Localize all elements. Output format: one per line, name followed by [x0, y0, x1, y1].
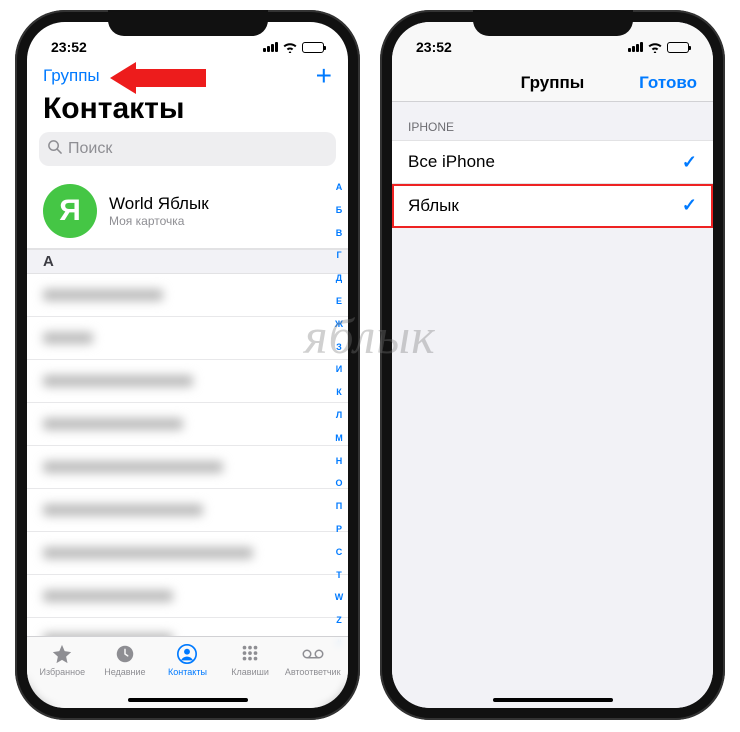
index-letter[interactable]: В	[336, 228, 343, 238]
contact-row[interactable]	[27, 446, 348, 489]
tab-favorites[interactable]: Избранное	[32, 643, 92, 690]
index-letter[interactable]: Z	[336, 615, 342, 625]
index-letter[interactable]: З	[336, 342, 342, 352]
index-letter[interactable]: Т	[336, 570, 342, 580]
contact-row[interactable]	[27, 360, 348, 403]
me-name: World Яблык	[109, 194, 209, 214]
index-letter[interactable]: К	[336, 387, 342, 397]
index-strip[interactable]: АБВГДЕЖЗИКЛМНОПРСТWZ#	[332, 182, 346, 648]
group-row[interactable]: Яблык ✓	[392, 184, 713, 228]
status-time: 23:52	[416, 39, 452, 55]
contact-row[interactable]	[27, 489, 348, 532]
voicemail-icon	[301, 643, 325, 665]
nav-bar: Группы Готово	[392, 62, 713, 102]
contact-row[interactable]	[27, 274, 348, 317]
annotation-arrow	[110, 62, 206, 94]
index-letter[interactable]: Н	[336, 456, 343, 466]
cellular-icon	[263, 42, 278, 52]
index-letter[interactable]: Р	[336, 524, 342, 534]
group-label: Все iPhone	[408, 152, 495, 172]
tab-voicemail[interactable]: Автоответчик	[283, 643, 343, 690]
phone-right: 23:52 Группы Готово IPHONE Все iPhone✓Яб…	[380, 10, 725, 720]
checkmark-icon: ✓	[682, 152, 697, 173]
wifi-icon	[282, 41, 298, 53]
group-list: IPHONE Все iPhone ✓ Яблык ✓	[392, 102, 713, 708]
index-letter[interactable]: О	[335, 478, 342, 488]
screen-contacts: 23:52 Группы + Контакты Поиск Я	[27, 22, 348, 708]
clock-icon	[113, 643, 137, 665]
keypad-icon	[238, 643, 262, 665]
status-time: 23:52	[51, 39, 87, 55]
groups-button[interactable]: Группы	[43, 66, 100, 86]
index-letter[interactable]: А	[336, 182, 343, 192]
screen-groups: 23:52 Группы Готово IPHONE Все iPhone✓Яб…	[392, 22, 713, 708]
done-button[interactable]: Готово	[639, 73, 697, 93]
battery-icon	[302, 42, 324, 53]
contacts-list[interactable]	[27, 274, 348, 636]
contact-row[interactable]	[27, 575, 348, 618]
index-letter[interactable]: Б	[336, 205, 342, 215]
index-letter[interactable]: Г	[336, 250, 341, 260]
tab-contacts[interactable]: Контакты	[157, 643, 217, 690]
index-letter[interactable]: П	[336, 501, 342, 511]
star-icon	[50, 643, 74, 665]
checkmark-icon: ✓	[682, 195, 697, 216]
phone-left: 23:52 Группы + Контакты Поиск Я	[15, 10, 360, 720]
status-icons	[263, 41, 324, 53]
contact-icon	[175, 643, 199, 665]
contact-row[interactable]	[27, 317, 348, 360]
me-card[interactable]: Я World Яблык Моя карточка	[27, 174, 348, 249]
section-label-iphone: IPHONE	[392, 102, 713, 140]
me-subtitle: Моя карточка	[109, 214, 209, 228]
search-placeholder: Поиск	[68, 140, 112, 158]
cellular-icon	[628, 42, 643, 52]
contact-row[interactable]	[27, 403, 348, 446]
status-icons	[628, 41, 689, 53]
index-letter[interactable]: С	[336, 547, 343, 557]
page-title: Контакты	[27, 88, 348, 132]
index-letter[interactable]: И	[336, 364, 342, 374]
index-letter[interactable]: Л	[336, 410, 342, 420]
add-button[interactable]: +	[316, 66, 332, 86]
search-icon	[47, 139, 62, 159]
contact-row[interactable]	[27, 532, 348, 575]
contact-row[interactable]	[27, 618, 348, 636]
index-letter[interactable]: Е	[336, 296, 342, 306]
index-letter[interactable]: М	[335, 433, 343, 443]
section-header-a: A	[27, 249, 348, 274]
index-letter[interactable]: Ж	[335, 319, 343, 329]
battery-icon	[667, 42, 689, 53]
home-indicator[interactable]	[128, 698, 248, 702]
search-input[interactable]: Поиск	[39, 132, 336, 166]
avatar: Я	[43, 184, 97, 238]
group-label: Яблык	[408, 196, 459, 216]
index-letter[interactable]: W	[335, 592, 344, 602]
wifi-icon	[647, 41, 663, 53]
tab-recents[interactable]: Недавние	[95, 643, 155, 690]
notch	[473, 10, 633, 36]
index-letter[interactable]: Д	[336, 273, 342, 283]
group-row[interactable]: Все iPhone ✓	[392, 140, 713, 184]
tab-keypad[interactable]: Клавиши	[220, 643, 280, 690]
notch	[108, 10, 268, 36]
home-indicator[interactable]	[493, 698, 613, 702]
